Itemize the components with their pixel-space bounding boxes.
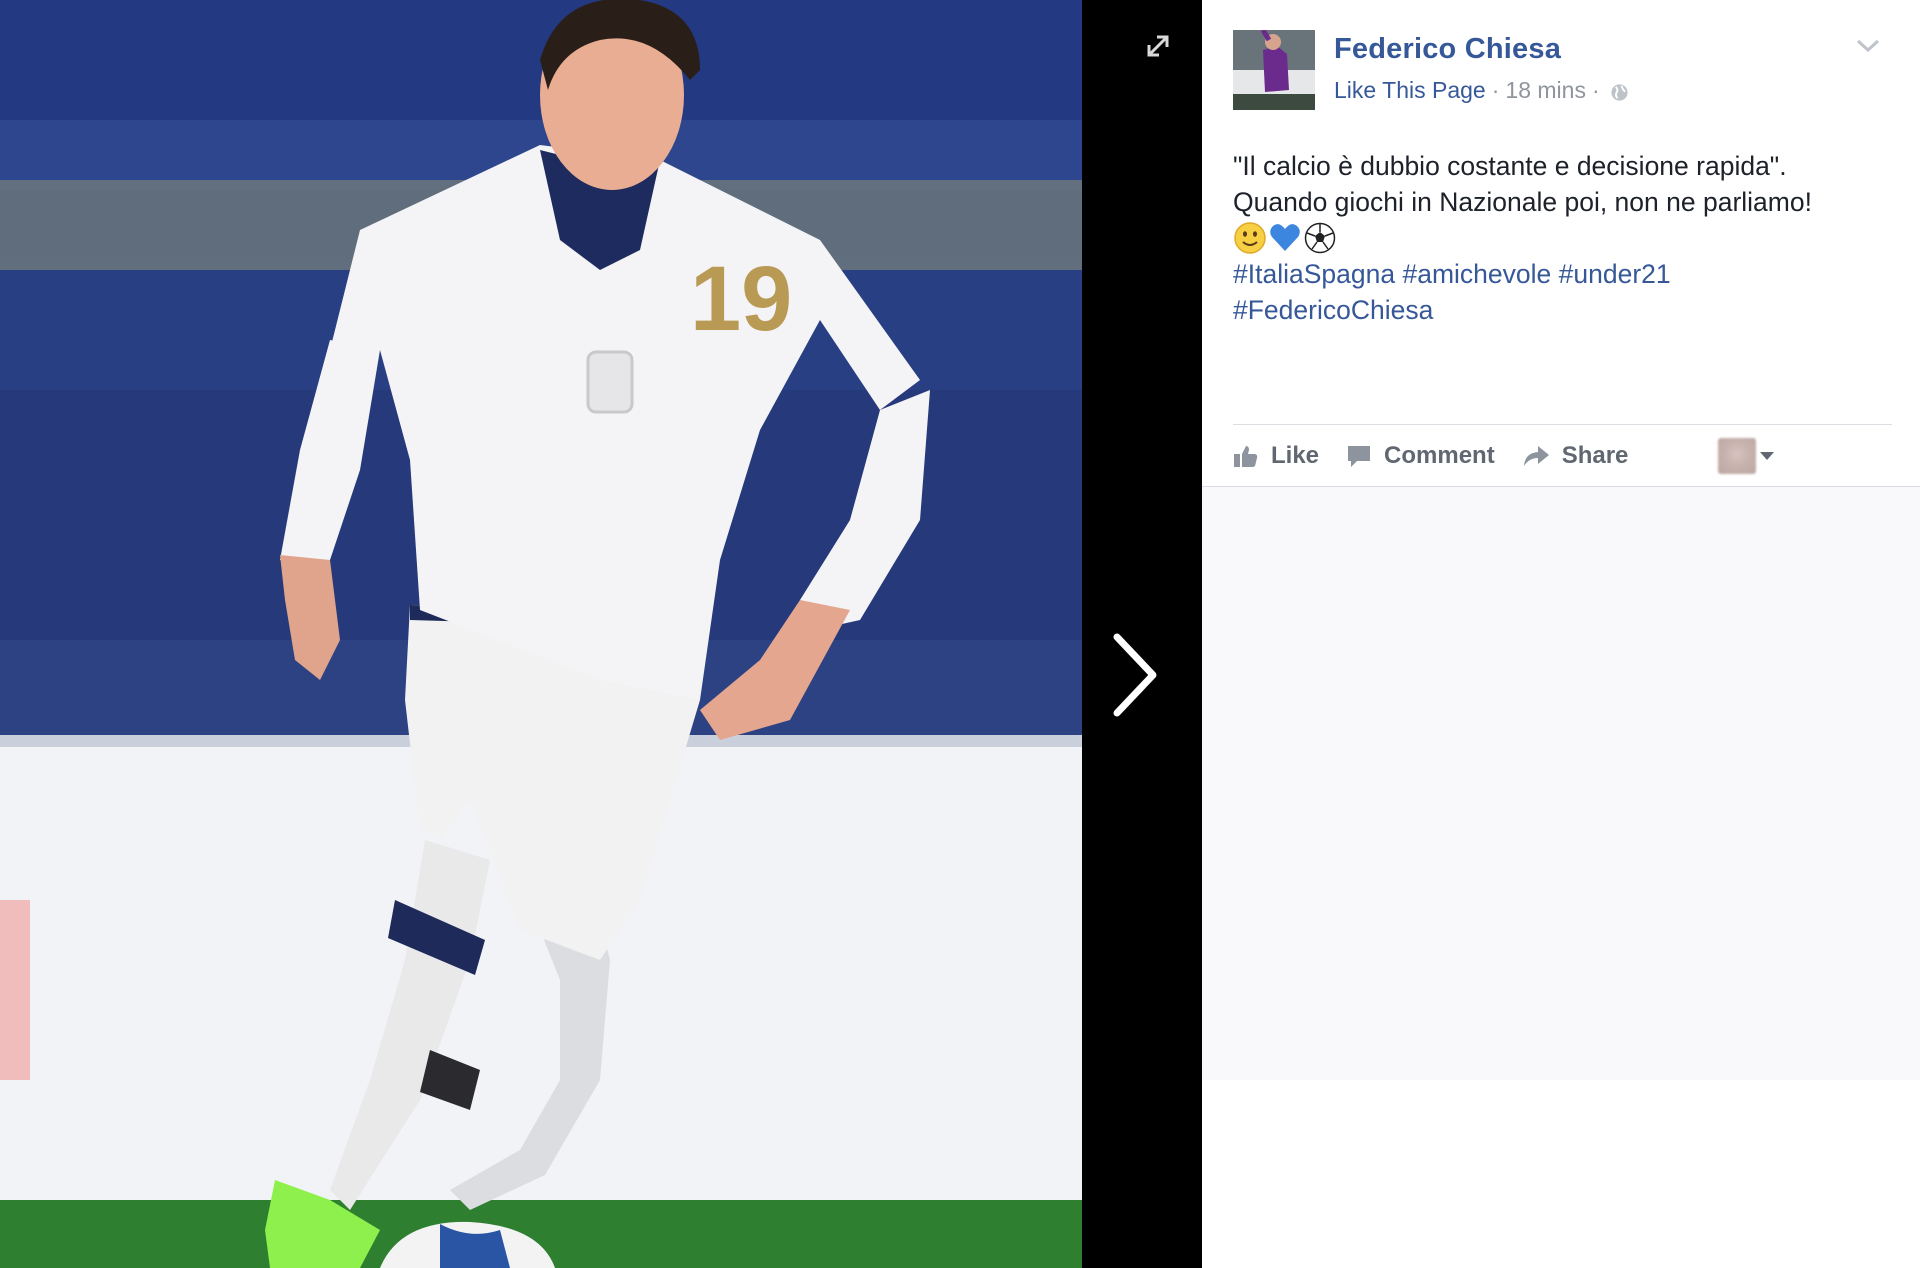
share-label: Share — [1561, 442, 1629, 469]
like-button[interactable]: Like — [1233, 442, 1319, 470]
author-name-link[interactable]: Federico Chiesa — [1334, 33, 1561, 66]
share-button[interactable]: Share — [1522, 442, 1629, 470]
caption-line: Quando giochi in Nazionale poi, non ne p… — [1233, 187, 1812, 217]
like-label: Like — [1271, 442, 1320, 469]
next-photo-button[interactable] — [1105, 625, 1165, 725]
post-action-bar: Like Comment Share — [1233, 436, 1892, 476]
like-page-link[interactable]: Like This Page — [1334, 77, 1486, 104]
share-arrow-icon — [1523, 446, 1549, 466]
thumbs-up-icon — [1234, 446, 1258, 467]
hashtag-link[interactable]: #FedericoChiesa — [1233, 295, 1433, 325]
hashtag-line: #FedericoChiesa — [1233, 292, 1883, 328]
chevron-right-icon — [1113, 633, 1157, 717]
divider — [1233, 424, 1892, 425]
hashtag-link[interactable]: #under21 — [1559, 259, 1671, 289]
post-panel: Federico Chiesa Like This Page · 18 mins… — [1202, 0, 1920, 1268]
soccer-ball-icon — [1304, 222, 1336, 254]
globe-icon[interactable] — [1610, 81, 1629, 101]
comments-area — [1202, 487, 1920, 1080]
comment-bubble-icon — [1348, 446, 1371, 467]
post-photo[interactable]: 19 — [0, 0, 1082, 1268]
meta-separator: · — [1491, 77, 1500, 103]
post-meta: Like This Page · 18 mins · — [1334, 77, 1629, 104]
reactor-avatar — [1718, 438, 1756, 474]
post-options-button[interactable] — [1854, 36, 1882, 56]
hashtag-link[interactable]: #amichevole — [1402, 259, 1551, 289]
emoji-row — [1233, 220, 1883, 256]
jersey-number: 19 — [690, 248, 792, 350]
caption-line: "Il calcio è dubbio costante e decisione… — [1233, 151, 1787, 181]
photo-viewer: 19 — [0, 0, 1202, 1268]
hashtag-link[interactable]: #ItaliaSpagna — [1233, 259, 1395, 289]
like-as-selector[interactable] — [1718, 438, 1778, 474]
expand-arrows-icon — [1147, 35, 1169, 57]
slightly-smiling-face-icon — [1234, 222, 1266, 254]
author-avatar[interactable] — [1233, 30, 1315, 110]
blue-heart-icon — [1270, 224, 1300, 251]
caret-down-icon — [1760, 452, 1774, 460]
avatar-image — [1233, 30, 1315, 110]
comment-button[interactable]: Comment — [1346, 442, 1495, 470]
photo-illustration: 19 — [0, 0, 1082, 1268]
expand-photo-button[interactable] — [1138, 26, 1178, 66]
meta-separator: · — [1591, 77, 1600, 103]
post-caption: "Il calcio è dubbio costante e decisione… — [1233, 148, 1883, 328]
post-timestamp[interactable]: 18 mins — [1505, 77, 1586, 104]
hashtag-line: #ItaliaSpagna #amichevole #under21 — [1233, 256, 1883, 292]
chevron-down-icon — [1856, 39, 1880, 53]
comment-label: Comment — [1384, 442, 1495, 469]
